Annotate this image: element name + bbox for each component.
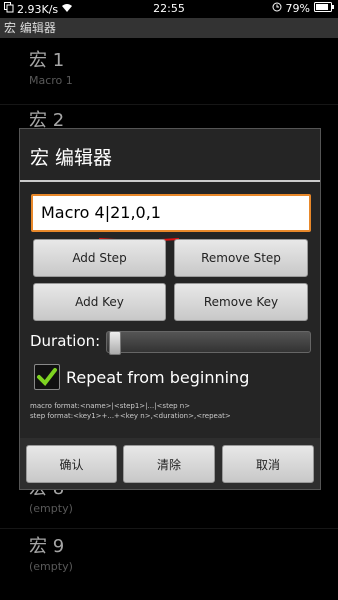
add-step-button[interactable]: Add Step [33, 239, 166, 277]
battery-icon [314, 2, 334, 15]
macro-editor-dialog: 宏 编辑器 Macro 4|21,0,1 Add Step Remove Ste… [19, 128, 321, 490]
title-divider [20, 180, 320, 182]
cancel-button[interactable]: 取消 [222, 445, 314, 483]
slider-thumb[interactable] [109, 331, 121, 355]
alarm-icon [272, 2, 282, 15]
clear-button[interactable]: 清除 [123, 445, 215, 483]
macro-format-help: macro format:<name>|<step1>|...|<step n> [30, 402, 191, 410]
remove-step-button[interactable]: Remove Step [174, 239, 308, 277]
battery-percent: 79% [285, 2, 310, 15]
status-right: 79% [272, 2, 334, 15]
dialog-title: 宏 编辑器 [30, 147, 113, 169]
app-title-bar: 宏 编辑器 [0, 18, 338, 38]
duration-label: Duration: [30, 332, 101, 350]
macro-text-input[interactable]: Macro 4|21,0,1 [31, 194, 311, 232]
remove-key-button[interactable]: Remove Key [174, 283, 308, 321]
add-key-button[interactable]: Add Key [33, 283, 166, 321]
repeat-label: Repeat from beginning [66, 368, 250, 387]
status-bar: 2.93K/s 22:55 79% [0, 0, 338, 18]
check-icon [37, 368, 57, 387]
repeat-checkbox[interactable] [34, 364, 60, 390]
duration-slider[interactable] [106, 331, 311, 355]
step-format-help: step format:<key1>+...+<key n>,<duration… [30, 412, 231, 420]
confirm-button[interactable]: 确认 [26, 445, 117, 483]
